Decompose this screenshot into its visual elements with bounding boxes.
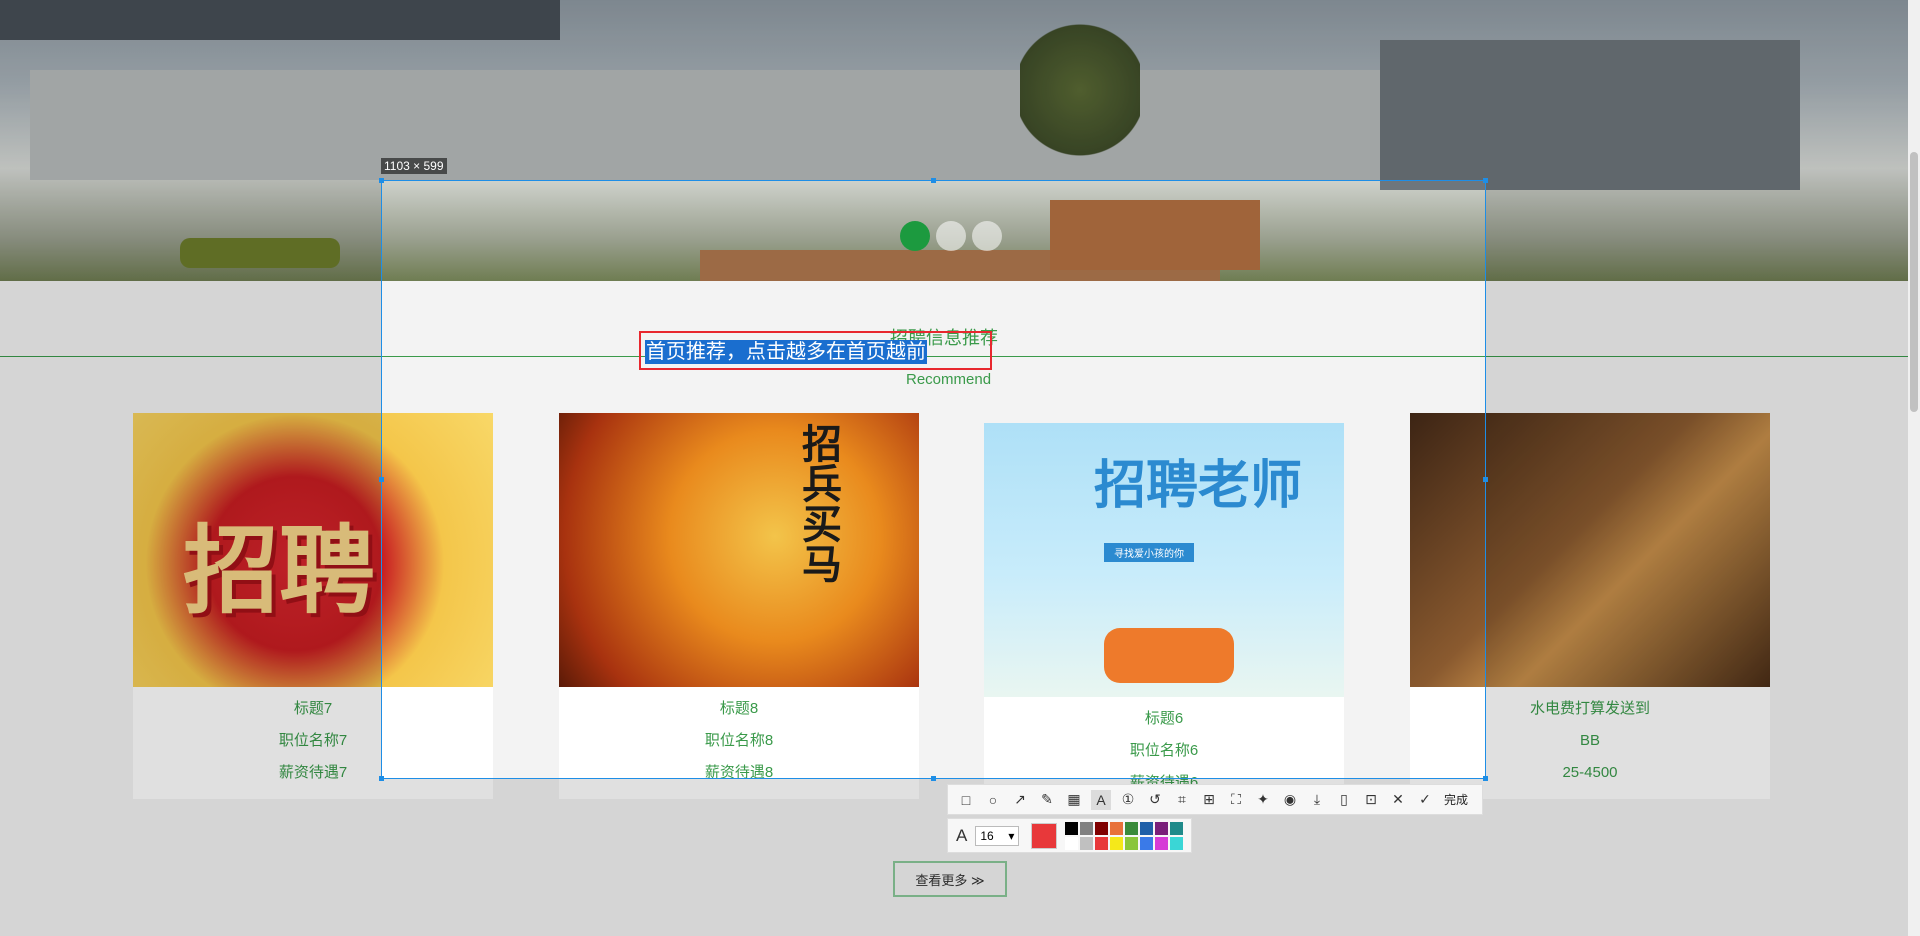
- font-size-value: 16: [980, 828, 994, 843]
- building-shape: [0, 0, 560, 40]
- color-swatch[interactable]: [1170, 836, 1184, 850]
- capture-selection[interactable]: [379, 178, 1488, 781]
- tree-shape: [1020, 0, 1140, 180]
- hedge-shape: [180, 238, 340, 268]
- arrow-icon[interactable]: ↗: [1010, 790, 1030, 810]
- chevron-down-icon: ▾: [1008, 828, 1015, 843]
- bookmark-icon[interactable]: ⊡: [1361, 790, 1381, 810]
- check-icon[interactable]: ✓: [1415, 790, 1435, 810]
- rectangle-icon[interactable]: □: [956, 790, 976, 810]
- selection-size-label: 1103 × 599: [381, 158, 447, 174]
- scrollbar[interactable]: [1908, 0, 1920, 936]
- scroll-capture-icon[interactable]: ⛶: [1226, 790, 1246, 810]
- text-annotation[interactable]: 首页推荐，点击越多在首页越前: [645, 340, 927, 364]
- color-swatch[interactable]: [1080, 821, 1094, 835]
- color-palette: [1065, 821, 1184, 850]
- color-swatch[interactable]: [1140, 821, 1154, 835]
- mosaic-icon[interactable]: ▦: [1064, 790, 1084, 810]
- color-swatch[interactable]: [1095, 836, 1109, 850]
- ocr-icon[interactable]: ⌗: [1172, 790, 1192, 810]
- ellipse-icon[interactable]: ○: [983, 790, 1003, 810]
- font-icon: A: [956, 825, 968, 845]
- resize-handle[interactable]: [1483, 477, 1488, 482]
- resize-handle[interactable]: [1483, 776, 1488, 781]
- building-shape: [1380, 40, 1800, 190]
- font-size-select[interactable]: 16 ▾: [975, 825, 1020, 846]
- resize-handle[interactable]: [931, 776, 936, 781]
- resize-handle[interactable]: [931, 178, 936, 183]
- resize-handle[interactable]: [379, 477, 384, 482]
- color-swatch[interactable]: [1140, 836, 1154, 850]
- poster-text: 招聘: [183, 518, 375, 625]
- text-icon[interactable]: A: [1091, 789, 1111, 810]
- capture-toolbar: □ ○ ↗ ✎ ▦ A ① ↺ ⌗ ⊞ ⛶ ✦ ◉ ⤓ ▯ ⊡ ✕ ✓ 完成: [947, 784, 1483, 815]
- download-icon[interactable]: ⤓: [1307, 790, 1327, 810]
- serial-number-icon[interactable]: ①: [1118, 790, 1138, 810]
- pencil-icon[interactable]: ✎: [1037, 790, 1057, 810]
- color-swatch[interactable]: [1065, 836, 1079, 850]
- color-swatch[interactable]: [1110, 836, 1124, 850]
- color-swatch[interactable]: [1095, 821, 1109, 835]
- pin-icon[interactable]: ✦: [1253, 790, 1273, 810]
- record-icon[interactable]: ◉: [1280, 790, 1300, 810]
- color-swatch[interactable]: [1170, 821, 1184, 835]
- scrollbar-thumb[interactable]: [1910, 152, 1918, 412]
- close-icon[interactable]: ✕: [1388, 790, 1408, 810]
- resize-handle[interactable]: [379, 178, 384, 183]
- view-more-button[interactable]: 查看更多 ≫: [893, 861, 1007, 897]
- color-swatch[interactable]: [1125, 836, 1139, 850]
- resize-handle[interactable]: [1483, 178, 1488, 183]
- color-swatch[interactable]: [1155, 821, 1169, 835]
- current-color-swatch[interactable]: [1031, 822, 1058, 849]
- copy-icon[interactable]: ▯: [1334, 790, 1354, 810]
- color-swatch[interactable]: [1155, 836, 1169, 850]
- color-swatch[interactable]: [1065, 821, 1079, 835]
- undo-icon[interactable]: ↺: [1145, 790, 1165, 810]
- translate-icon[interactable]: ⊞: [1199, 790, 1219, 810]
- resize-handle[interactable]: [379, 776, 384, 781]
- color-swatch[interactable]: [1110, 821, 1124, 835]
- color-swatch[interactable]: [1080, 836, 1094, 850]
- text-style-toolbar: A 16 ▾: [947, 818, 1192, 853]
- done-button[interactable]: 完成: [1444, 791, 1468, 808]
- color-swatch[interactable]: [1125, 821, 1139, 835]
